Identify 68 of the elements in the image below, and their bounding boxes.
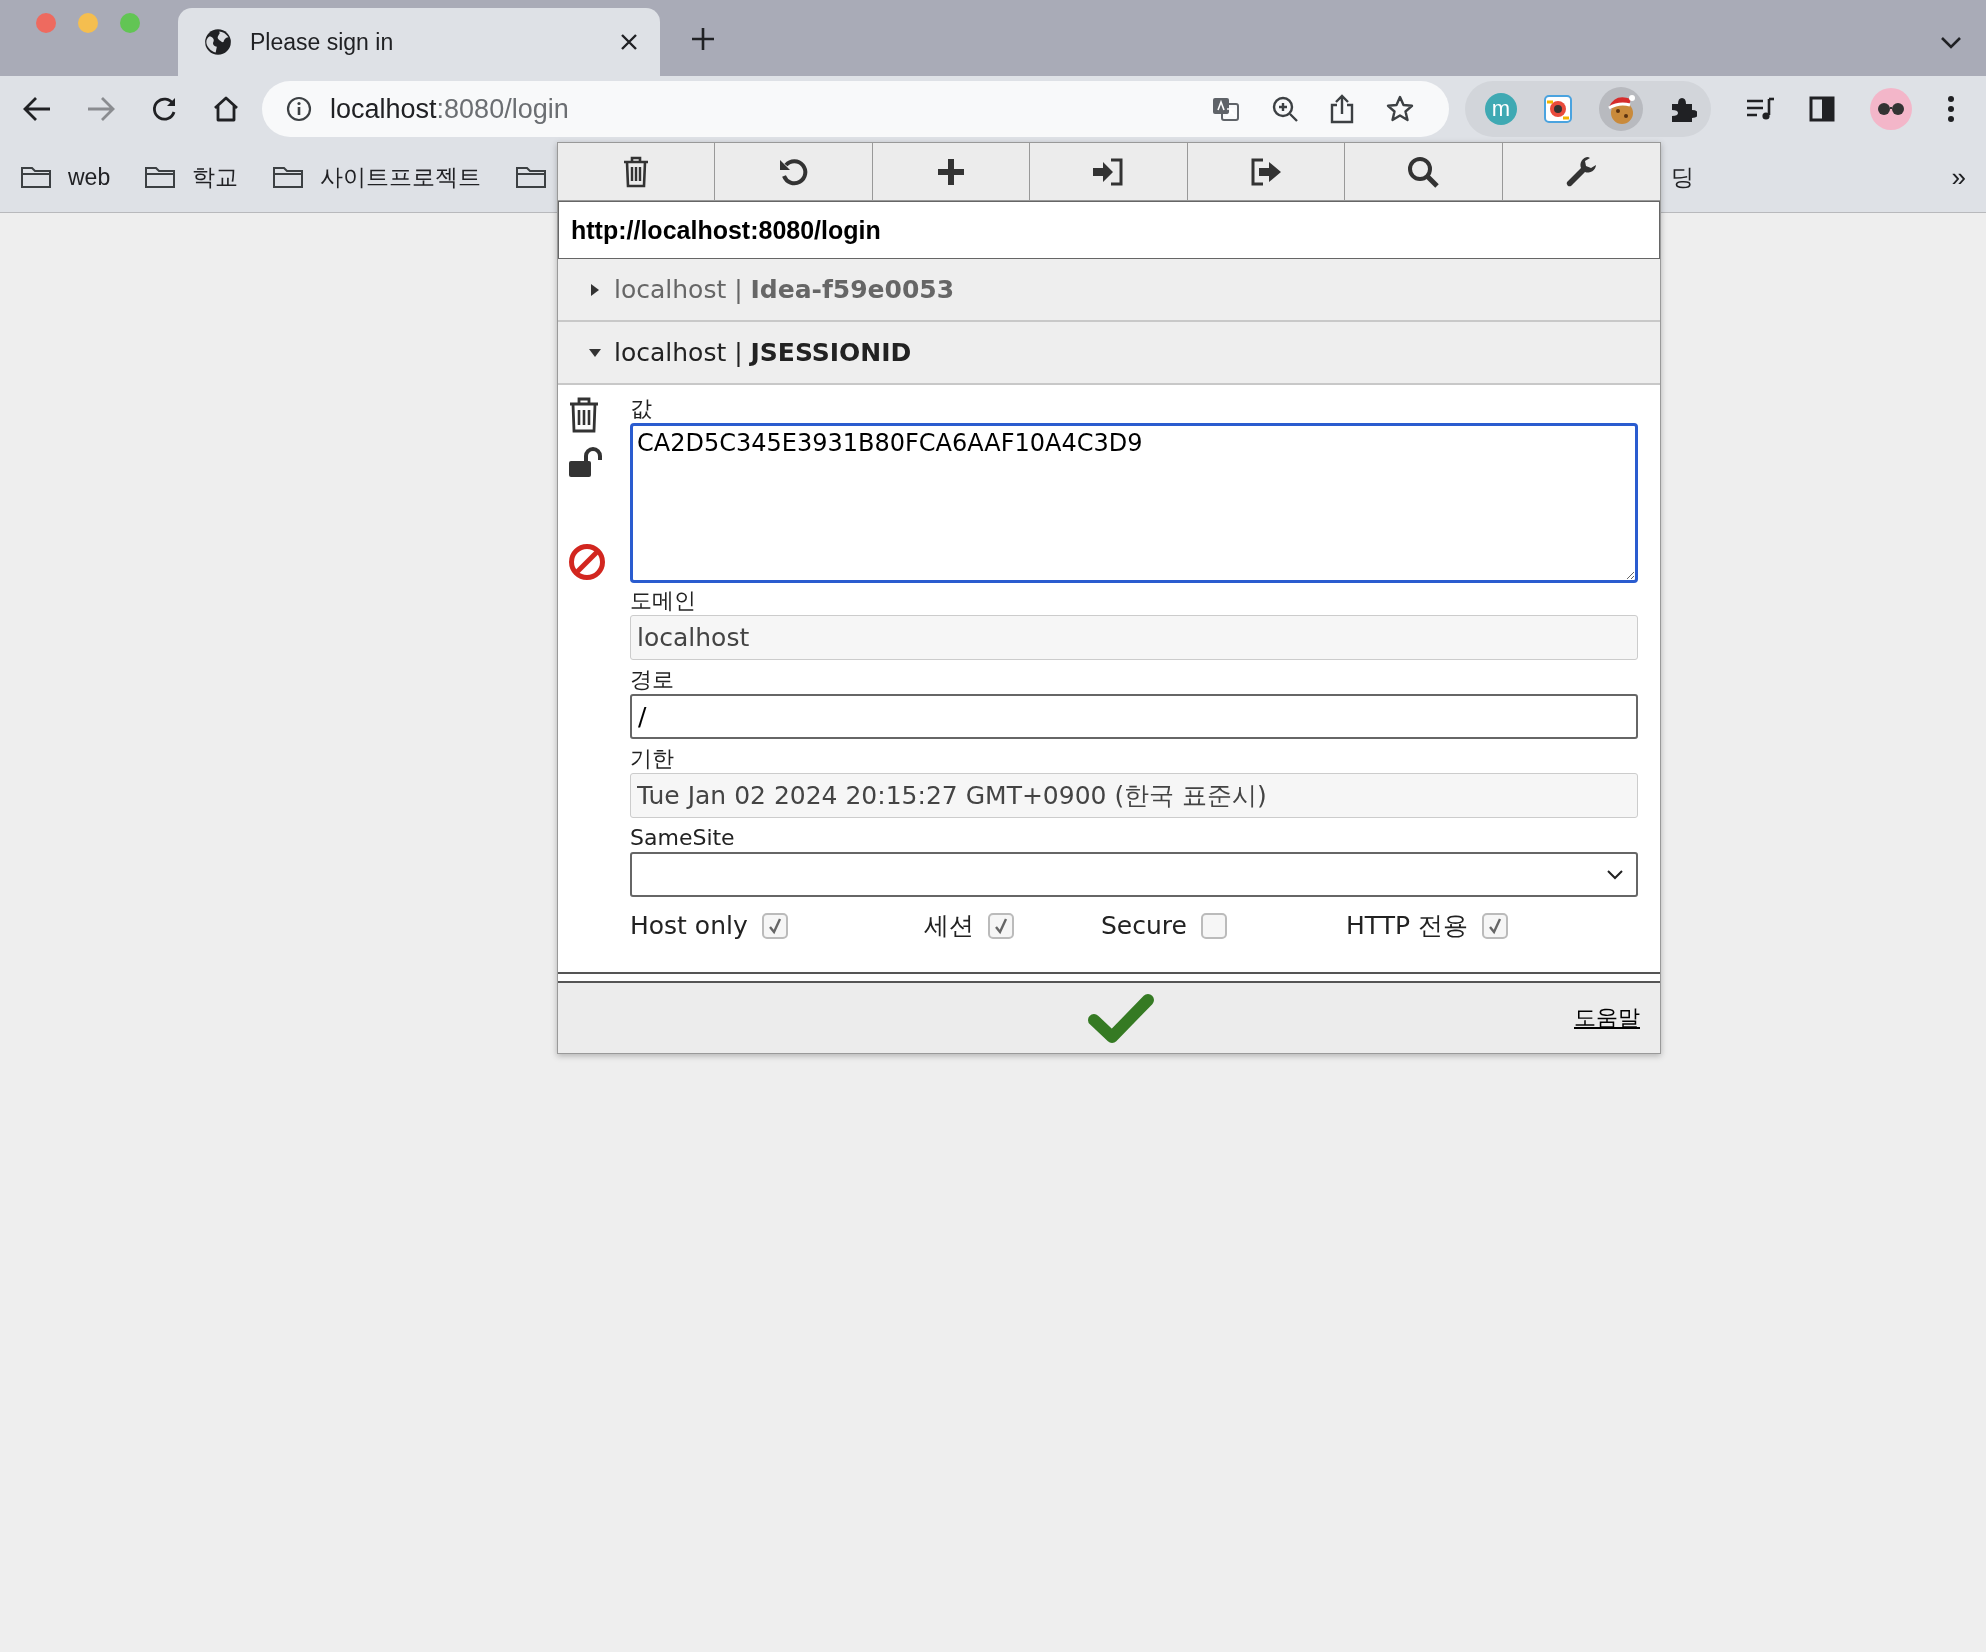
- bookmark-folder[interactable]: 학교: [144, 161, 239, 193]
- input-field[interactable]: localhost: [630, 615, 1638, 660]
- field-label: 경로: [630, 666, 675, 694]
- checkmark-icon: [993, 916, 1009, 935]
- folder-icon: [144, 165, 177, 189]
- save-check-icon[interactable]: [1088, 992, 1154, 1044]
- input-field[interactable]: /: [630, 694, 1638, 739]
- zoom-icon[interactable]: [1271, 95, 1299, 123]
- browser-tab[interactable]: Please sign in: [178, 8, 660, 76]
- field-label: 도메인: [630, 587, 697, 615]
- help-link[interactable]: 도움말: [1574, 1003, 1640, 1033]
- reload-icon[interactable]: [150, 95, 178, 123]
- checkbox-label: Secure: [1101, 911, 1187, 940]
- bookmark-label[interactable]: 딩: [1670, 161, 1694, 193]
- bookmarks-overflow-button[interactable]: »: [1951, 161, 1966, 193]
- field-label: SameSite: [630, 824, 736, 852]
- menu-icon[interactable]: [1947, 95, 1955, 123]
- cookie-extension-icon[interactable]: [1599, 87, 1643, 131]
- search-icon: [1406, 154, 1441, 189]
- field-label: 기한: [630, 745, 675, 773]
- chevron-down-icon: [1606, 868, 1624, 881]
- home-icon[interactable]: [212, 95, 240, 123]
- samesite-dropdown[interactable]: [630, 852, 1638, 897]
- bookmark-folder[interactable]: web: [20, 163, 111, 191]
- checkbox-label: 세션: [924, 910, 974, 942]
- checkbox[interactable]: [1200, 912, 1227, 939]
- address-text: localhost:8080/login: [330, 93, 569, 125]
- address-bar[interactable]: localhost:8080/login: [262, 81, 1449, 137]
- plus-icon: [936, 156, 967, 187]
- checkmark-icon: [1486, 916, 1503, 935]
- globe-icon: [204, 28, 232, 56]
- close-tab-icon[interactable]: [620, 33, 638, 51]
- tab-search-icon[interactable]: [1940, 36, 1962, 50]
- wrench-icon: [1564, 154, 1599, 189]
- side-panel-icon[interactable]: [1809, 96, 1835, 122]
- folder-icon: [20, 165, 52, 189]
- folder-icon: [272, 165, 305, 189]
- checkbox[interactable]: [1481, 912, 1508, 939]
- bookmark-folder[interactable]: 사이트프로젝트: [272, 161, 482, 193]
- url-field[interactable]: http://localhost:8080/login: [558, 201, 1660, 259]
- checkbox-label: HTTP 전용: [1346, 910, 1468, 942]
- eye-extension-icon[interactable]: [1543, 94, 1573, 124]
- field-label: 값: [630, 395, 653, 423]
- cookie-row[interactable]: localhost | JSESSIONID: [558, 322, 1660, 385]
- tab-title: Please sign in: [250, 28, 395, 56]
- folder-icon[interactable]: [515, 165, 548, 189]
- new-tab-icon[interactable]: [690, 26, 716, 52]
- input-field[interactable]: Tue Jan 02 2024 20:15:27 GMT+0900 (한국 표준시): [630, 773, 1638, 818]
- checkmark-icon: [766, 916, 783, 935]
- bookmark-star-icon[interactable]: [1385, 94, 1415, 124]
- trash-icon[interactable]: [568, 397, 600, 433]
- back-icon[interactable]: [22, 96, 52, 122]
- share-icon[interactable]: [1329, 94, 1355, 124]
- value-field[interactable]: CA2D5C345E3931B80FCA6AAF10A4C3D9: [630, 423, 1638, 583]
- forward-icon[interactable]: [86, 96, 116, 122]
- prohibited-icon[interactable]: [568, 543, 606, 581]
- checkbox-label: Host only: [630, 911, 748, 940]
- profile-avatar-icon[interactable]: [1869, 87, 1913, 131]
- trash-icon: [622, 155, 651, 188]
- checkbox[interactable]: [761, 912, 788, 939]
- checkbox[interactable]: [988, 912, 1014, 939]
- info-icon: [286, 96, 312, 122]
- sign-in-icon: [1091, 156, 1126, 187]
- translate-icon[interactable]: [1211, 95, 1241, 123]
- cookie-row[interactable]: localhost | Idea-f59e0053: [558, 259, 1660, 322]
- reading-list-icon[interactable]: [1745, 96, 1775, 122]
- unlocked-padlock-icon[interactable]: [568, 447, 604, 479]
- puzzle-icon[interactable]: [1669, 95, 1697, 123]
